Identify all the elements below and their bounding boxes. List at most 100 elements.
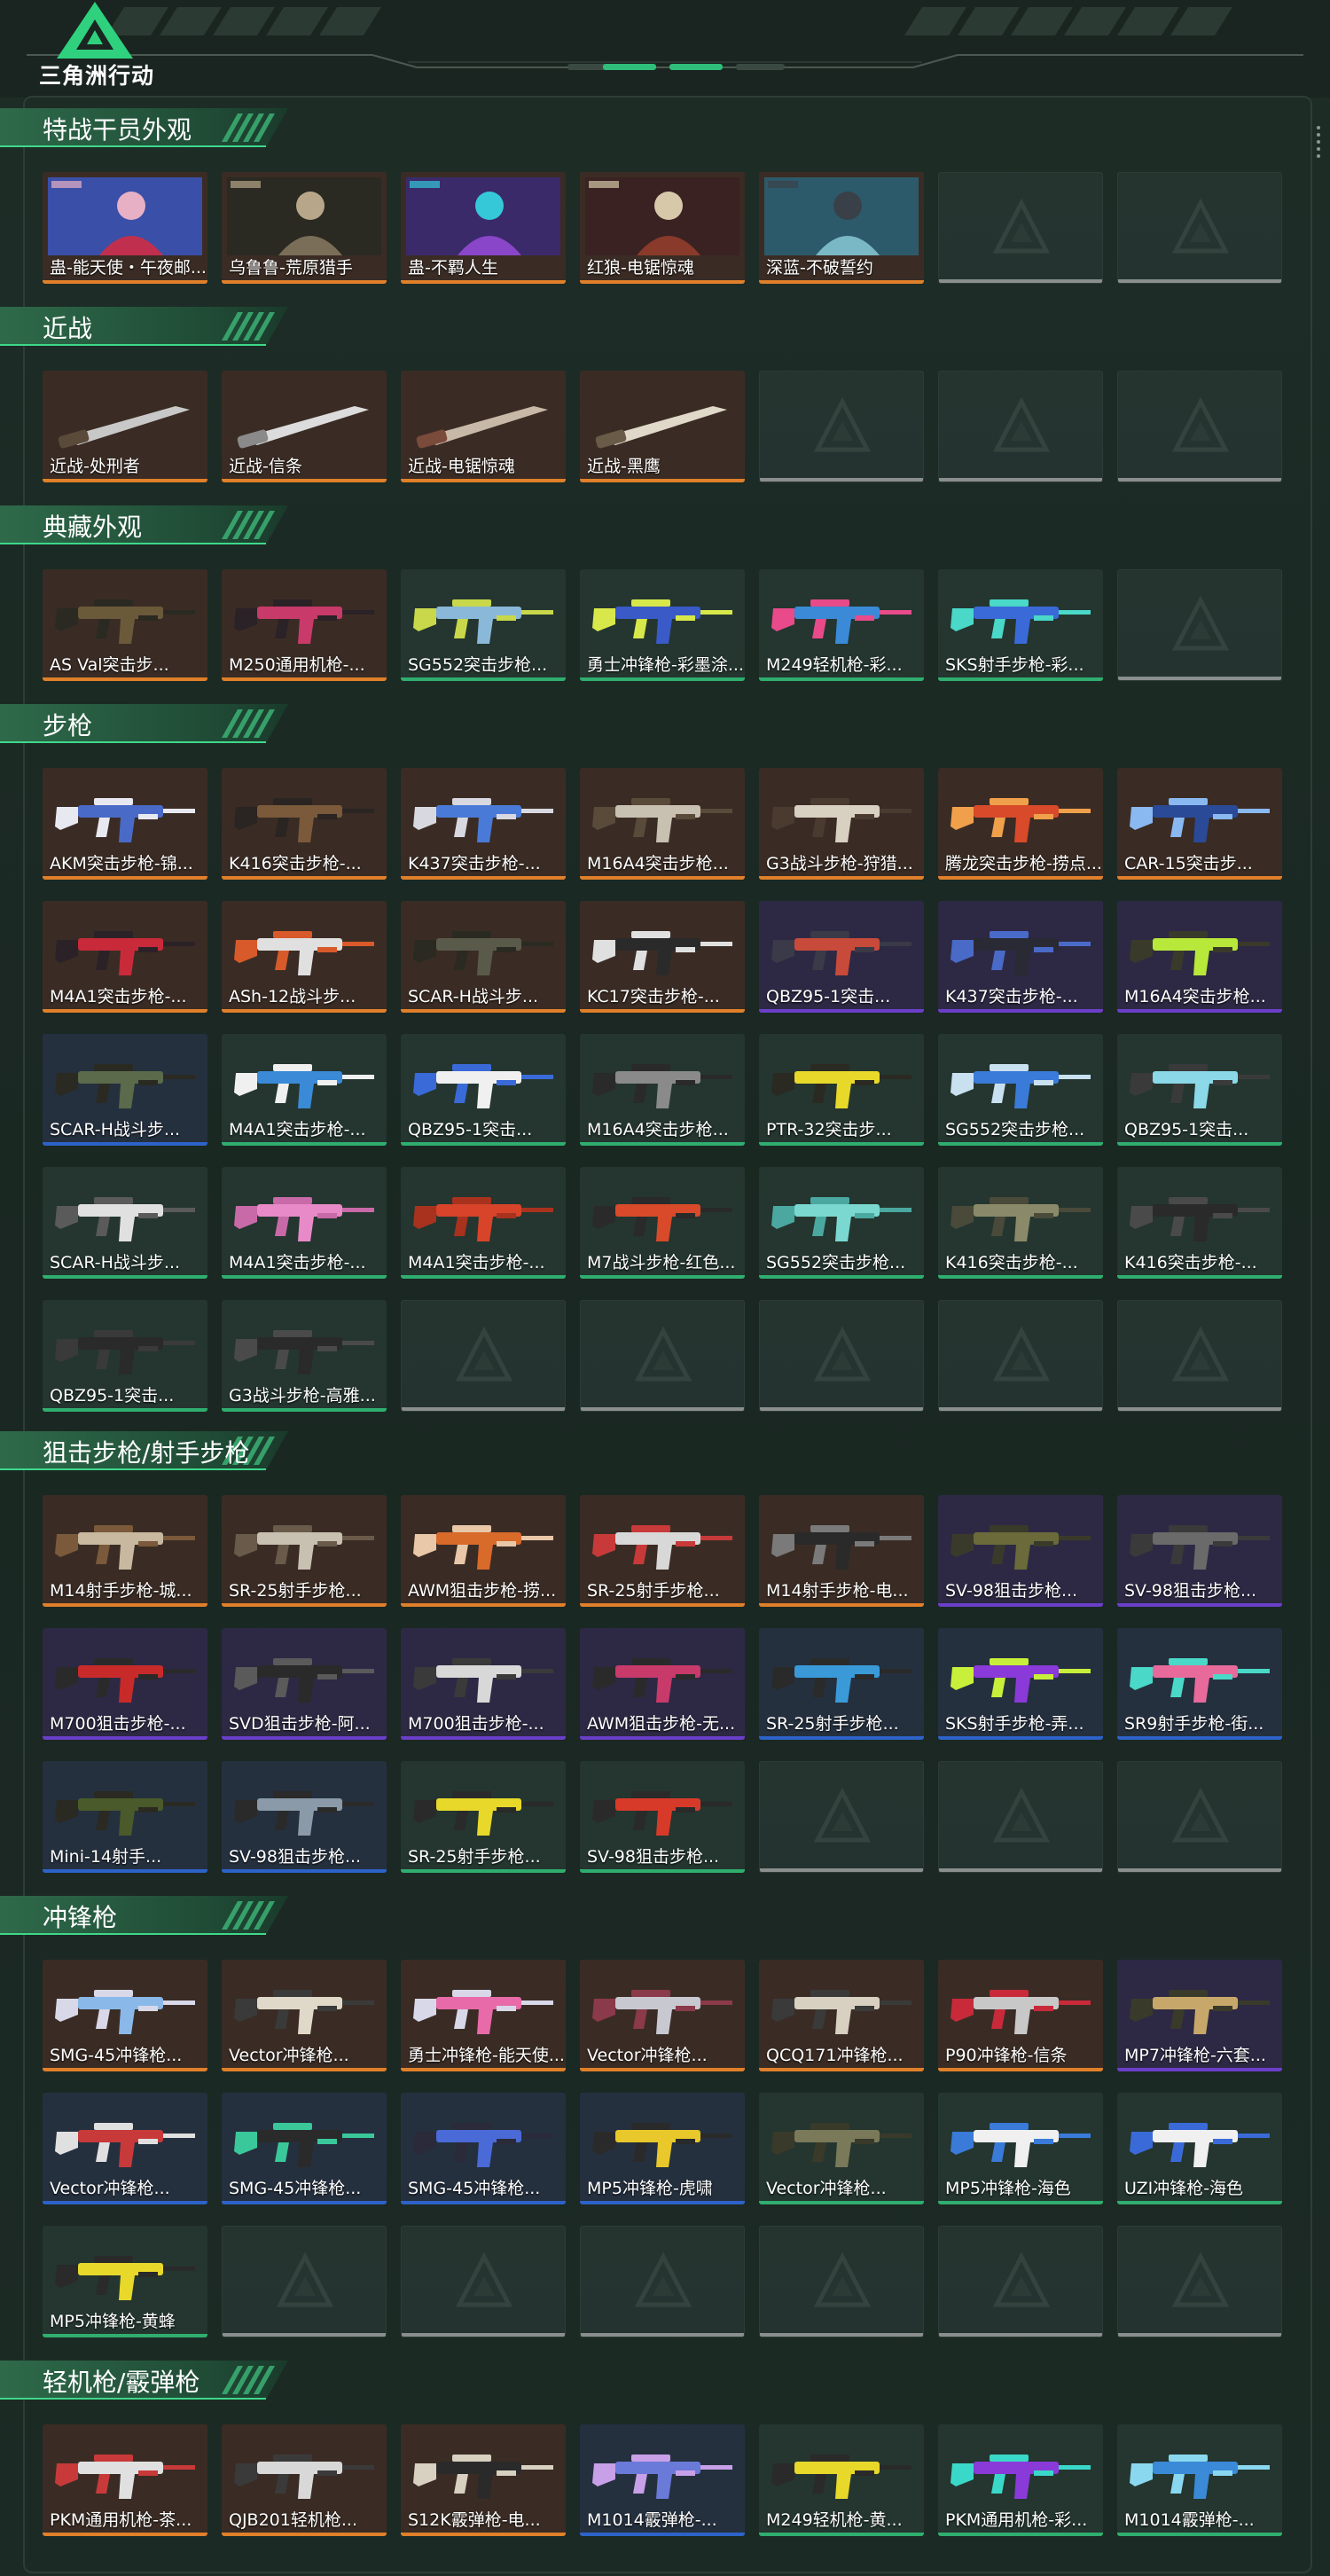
- empty-slot-emblem-icon: [276, 2251, 334, 2307]
- item-name: UZI冲锋枪-海色: [1124, 2179, 1244, 2198]
- item-card[interactable]: QJB201轻机枪...: [222, 2424, 387, 2536]
- item-card[interactable]: K416突击步枪-...: [1117, 1167, 1282, 1279]
- item-card[interactable]: 近战-电锯惊魂: [401, 371, 566, 482]
- item-card[interactable]: M4A1突击步枪-...: [401, 1167, 566, 1279]
- item-card[interactable]: SR-25射手步枪...: [401, 1761, 566, 1873]
- rarity-stripe: [1118, 677, 1281, 680]
- item-card[interactable]: M16A4突击步枪...: [580, 768, 745, 880]
- item-card[interactable]: M7战斗步枪-红色...: [580, 1167, 745, 1279]
- item-card[interactable]: M16A4突击步枪...: [580, 1034, 745, 1146]
- item-card[interactable]: SR-25射手步枪...: [759, 1628, 924, 1740]
- item-card[interactable]: 近战-处刑者: [43, 371, 207, 482]
- item-card[interactable]: Vector冲锋枪...: [43, 2093, 207, 2204]
- item-card[interactable]: K437突击步枪-...: [401, 768, 566, 880]
- item-card[interactable]: K416突击步枪-...: [938, 1167, 1103, 1279]
- item-card[interactable]: SMG-45冲锋枪...: [222, 2093, 387, 2204]
- item-card[interactable]: PKM通用机枪-彩...: [938, 2424, 1103, 2536]
- item-card[interactable]: SG552突击步枪...: [759, 1167, 924, 1279]
- rarity-stripe: [938, 1142, 1103, 1146]
- item-card[interactable]: 近战-信条: [222, 371, 387, 482]
- item-card[interactable]: Mini-14射手...: [43, 1761, 207, 1873]
- item-card[interactable]: AKM突击步枪-锦...: [43, 768, 207, 880]
- item-name: ASh-12战斗步...: [229, 987, 356, 1006]
- item-card[interactable]: MP5冲锋枪-海色: [938, 2093, 1103, 2204]
- item-card[interactable]: MP5冲锋枪-虎啸: [580, 2093, 745, 2204]
- item-card[interactable]: SKS射手步枪-彩...: [938, 569, 1103, 681]
- item-card[interactable]: M4A1突击步枪-...: [43, 901, 207, 1013]
- item-card[interactable]: 勇士冲锋枪-彩墨涂...: [580, 569, 745, 681]
- item-card[interactable]: SMG-45冲锋枪...: [401, 2093, 566, 2204]
- item-name: G3战斗步枪-狩猎...: [766, 854, 913, 873]
- item-card[interactable]: QCQ171冲锋枪...: [759, 1960, 924, 2071]
- item-card[interactable]: M250通用机枪-...: [222, 569, 387, 681]
- item-card[interactable]: PKM通用机枪-茶...: [43, 2424, 207, 2536]
- item-card[interactable]: SVD狙击步枪-阿...: [222, 1628, 387, 1740]
- item-card[interactable]: SG552突击步枪...: [938, 1034, 1103, 1146]
- item-card[interactable]: M14射手步枪-城...: [43, 1495, 207, 1607]
- rarity-stripe: [401, 876, 566, 880]
- item-card[interactable]: M4A1突击步枪-...: [222, 1167, 387, 1279]
- item-card[interactable]: M14射手步枪-电...: [759, 1495, 924, 1607]
- item-card[interactable]: 蛊-不羁人生: [401, 172, 566, 284]
- item-card[interactable]: AWM狙击步枪-无...: [580, 1628, 745, 1740]
- item-card[interactable]: PTR-32突击步...: [759, 1034, 924, 1146]
- item-card[interactable]: G3战斗步枪-狩猎...: [759, 768, 924, 880]
- item-card[interactable]: SV-98狙击步枪...: [1117, 1495, 1282, 1607]
- item-card[interactable]: M700狙击步枪-...: [43, 1628, 207, 1740]
- scrollbar-handle[interactable]: [1315, 124, 1322, 160]
- item-card[interactable]: SG552突击步枪...: [401, 569, 566, 681]
- empty-slot: [1117, 371, 1282, 482]
- item-card[interactable]: 腾龙突击步枪-捞点...: [938, 768, 1103, 880]
- item-card[interactable]: 勇士冲锋枪-能天使...: [401, 1960, 566, 2071]
- item-card[interactable]: K416突击步枪-...: [222, 768, 387, 880]
- item-card[interactable]: SR9射手步枪-街...: [1117, 1628, 1282, 1740]
- item-card[interactable]: 近战-黑鹰: [580, 371, 745, 482]
- item-card[interactable]: SV-98狙击步枪...: [580, 1761, 745, 1873]
- item-card[interactable]: QBZ95-1突击...: [43, 1300, 207, 1412]
- section-title: 步枪: [43, 711, 93, 740]
- item-card[interactable]: M249轻机枪-黄...: [759, 2424, 924, 2536]
- item-card[interactable]: SCAR-H战斗步...: [43, 1034, 207, 1146]
- item-card[interactable]: SKS射手步枪-弄...: [938, 1628, 1103, 1740]
- item-card[interactable]: 乌鲁鲁-荒原猎手: [222, 172, 387, 284]
- item-card[interactable]: KC17突击步枪-...: [580, 901, 745, 1013]
- rarity-stripe: [580, 1009, 745, 1013]
- item-card[interactable]: S12K霰弹枪-电...: [401, 2424, 566, 2536]
- item-card[interactable]: SR-25射手步枪...: [222, 1495, 387, 1607]
- item-card[interactable]: M700狙击步枪-...: [401, 1628, 566, 1740]
- item-card[interactable]: SR-25射手步枪...: [580, 1495, 745, 1607]
- rarity-stripe: [1117, 2201, 1282, 2204]
- item-card[interactable]: Vector冲锋枪...: [222, 1960, 387, 2071]
- item-card[interactable]: M1014霰弹枪-...: [1117, 2424, 1282, 2536]
- item-card[interactable]: SMG-45冲锋枪...: [43, 1960, 207, 2071]
- item-name: PKM通用机枪-彩...: [945, 2510, 1088, 2530]
- item-card[interactable]: 深蓝-不破誓约: [759, 172, 924, 284]
- item-card[interactable]: QBZ95-1突击...: [759, 901, 924, 1013]
- item-card[interactable]: M1014霰弹枪-...: [580, 2424, 745, 2536]
- item-card[interactable]: 蛊-能天使・午夜邮...: [43, 172, 207, 284]
- item-card[interactable]: K437突击步枪-...: [938, 901, 1103, 1013]
- empty-slot-emblem-icon: [992, 1326, 1051, 1382]
- item-card[interactable]: G3战斗步枪-高雅...: [222, 1300, 387, 1412]
- item-card[interactable]: Vector冲锋枪...: [759, 2093, 924, 2204]
- item-card[interactable]: M16A4突击步枪...: [1117, 901, 1282, 1013]
- item-card[interactable]: SV-98狙击步枪...: [222, 1761, 387, 1873]
- item-card[interactable]: M249轻机枪-彩...: [759, 569, 924, 681]
- rarity-stripe: [1118, 1407, 1281, 1411]
- item-card[interactable]: ASh-12战斗步...: [222, 901, 387, 1013]
- item-card[interactable]: Vector冲锋枪...: [580, 1960, 745, 2071]
- item-card[interactable]: SCAR-H战斗步...: [401, 901, 566, 1013]
- item-card[interactable]: AWM狙击步枪-捞...: [401, 1495, 566, 1607]
- item-card[interactable]: AS Val突击步...: [43, 569, 207, 681]
- item-card[interactable]: CAR-15突击步...: [1117, 768, 1282, 880]
- item-card[interactable]: QBZ95-1突击...: [1117, 1034, 1282, 1146]
- item-card[interactable]: QBZ95-1突击...: [401, 1034, 566, 1146]
- item-card[interactable]: P90冲锋枪-信条: [938, 1960, 1103, 2071]
- item-card[interactable]: SV-98狙击步枪...: [938, 1495, 1103, 1607]
- item-card[interactable]: SCAR-H战斗步...: [43, 1167, 207, 1279]
- item-card[interactable]: 红狼-电锯惊魂: [580, 172, 745, 284]
- item-card[interactable]: UZI冲锋枪-海色: [1117, 2093, 1282, 2204]
- item-card[interactable]: MP7冲锋枪-六套...: [1117, 1960, 1282, 2071]
- item-card[interactable]: M4A1突击步枪-...: [222, 1034, 387, 1146]
- item-card[interactable]: MP5冲锋枪-黄蜂: [43, 2226, 207, 2337]
